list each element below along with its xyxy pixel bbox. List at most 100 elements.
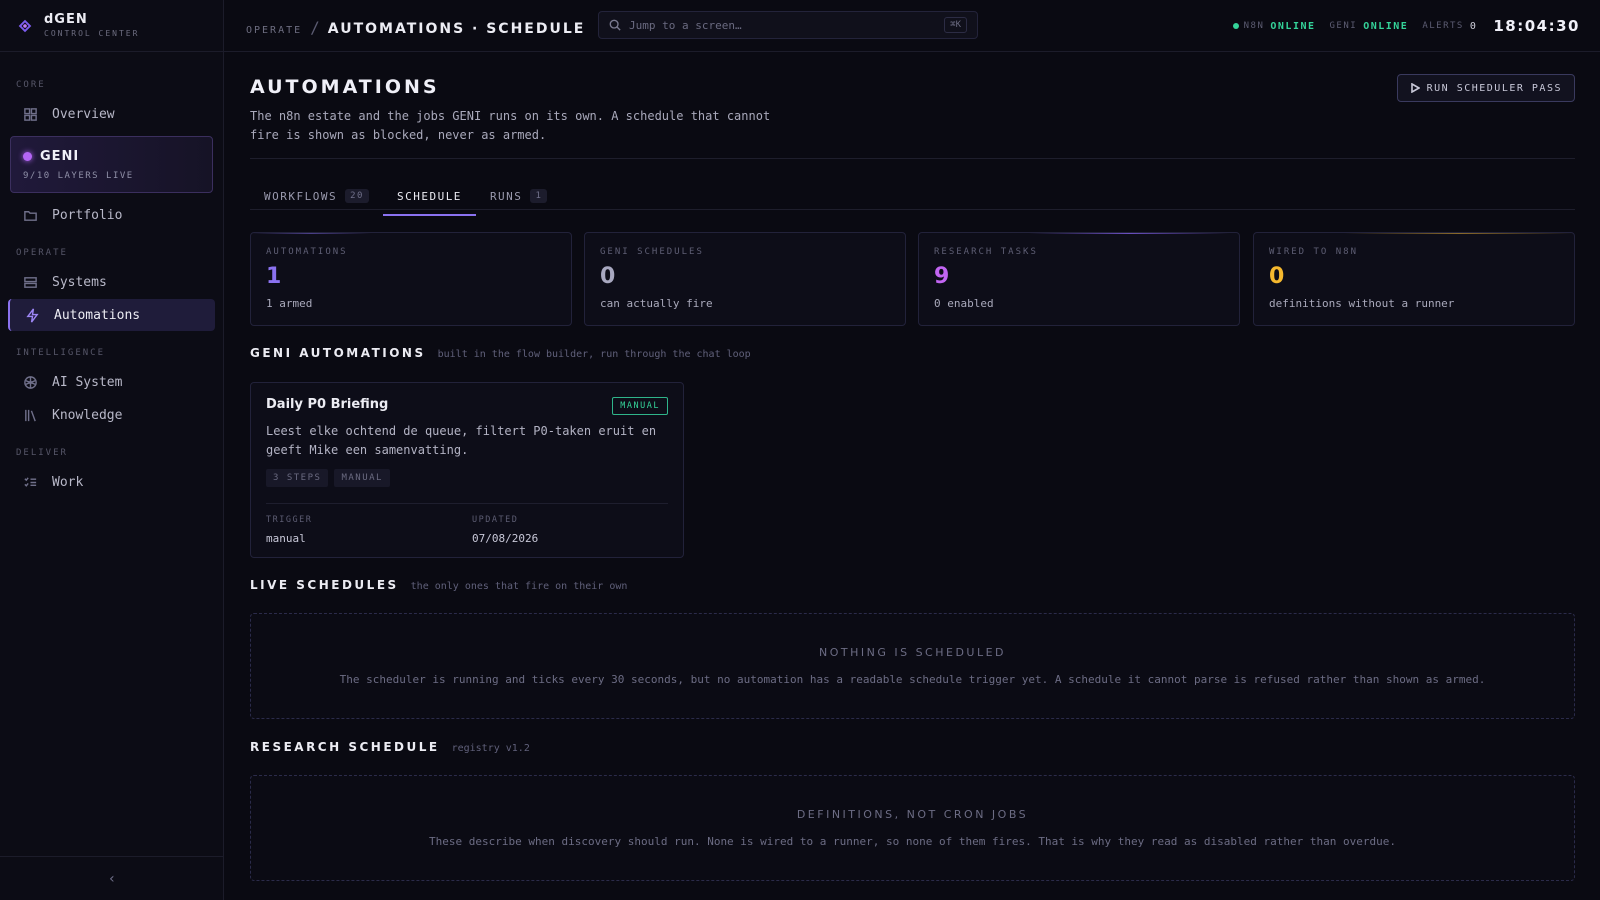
breadcrumb-parent[interactable]: OPERATE <box>246 25 302 36</box>
trigger-meta: TRIGGER manual <box>266 515 312 545</box>
bolt-icon <box>26 308 39 322</box>
breadcrumb: OPERATE / AUTOMATIONS · SCHEDULE <box>246 18 585 37</box>
clock: 18:04:30 <box>1493 17 1580 35</box>
tab-count: 1 <box>530 189 548 203</box>
tab-label: WORKFLOWS <box>264 189 338 203</box>
sidebar-item-label: AI System <box>52 374 123 390</box>
section-title: RESEARCH SCHEDULE <box>250 740 440 754</box>
sidebar-item-overview[interactable]: Overview <box>8 98 215 130</box>
chip: 3 STEPS <box>266 469 329 487</box>
empty-description: These describe when discovery should run… <box>429 835 1396 848</box>
geni-status: ONLINE <box>1363 20 1409 32</box>
section-subtitle: the only ones that fire on their own <box>410 581 628 592</box>
sidebar-item-label: Knowledge <box>52 407 123 423</box>
stat-value: 1 <box>266 264 282 289</box>
card-accent <box>1344 233 1574 234</box>
sidebar-item-label: Automations <box>54 307 141 323</box>
system-status: N8N ONLINE GENI ONLINE ALERTS 0 18:04:30 <box>1232 17 1580 35</box>
section-subtitle: built in the flow builder, run through t… <box>437 349 751 360</box>
stat-value: 0 <box>600 264 616 289</box>
grid-icon <box>24 107 37 121</box>
search-icon <box>609 19 621 31</box>
breadcrumb-separator: / <box>310 18 320 37</box>
stat-card-research-tasks: RESEARCH TASKS 9 0 enabled <box>918 232 1240 326</box>
automation-title: Daily P0 Briefing <box>266 397 389 412</box>
topbar: OPERATE / AUTOMATIONS · SCHEDULE Jump to… <box>224 0 1600 52</box>
card-accent <box>251 233 371 234</box>
geni-label: GENI <box>40 149 80 164</box>
stat-sub: 0 enabled <box>934 297 994 310</box>
run-scheduler-button[interactable]: RUN SCHEDULER PASS <box>1396 74 1575 102</box>
sidebar-item-label: Overview <box>52 106 115 122</box>
status-dot <box>23 152 32 161</box>
library-icon <box>25 409 36 421</box>
stat-label: WIRED TO N8N <box>1269 247 1359 257</box>
brand-name: dGEN <box>44 12 88 27</box>
status-dot <box>1232 23 1239 29</box>
stat-sub: 1 armed <box>266 297 313 310</box>
sidebar-item-label: Systems <box>52 274 107 290</box>
tab-workflows[interactable]: WORKFLOWS 20 <box>250 176 383 216</box>
sidebar-item-ai-system[interactable]: AI System <box>8 366 215 398</box>
sidebar-item-systems[interactable]: Systems <box>8 266 215 298</box>
stat-value: 9 <box>934 264 950 289</box>
geni-layers-status: 9/10 LAYERS LIVE <box>23 171 134 181</box>
stat-label: GENI SCHEDULES <box>600 247 704 257</box>
alerts-label[interactable]: ALERTS <box>1422 21 1464 31</box>
breadcrumb-current: AUTOMATIONS · SCHEDULE <box>327 21 586 37</box>
section-title: GENI AUTOMATIONS <box>250 346 426 360</box>
logo-icon <box>18 19 32 32</box>
n8n-status: ONLINE <box>1270 20 1316 32</box>
automation-card[interactable]: Daily P0 Briefing MANUAL Leest elke ocht… <box>250 382 684 558</box>
nav-section-core: CORE <box>16 80 46 90</box>
page-description: The n8n estate and the jobs GENI runs on… <box>250 109 771 142</box>
automation-description: Leest elke ochtend de queue, filtert P0-… <box>266 424 657 457</box>
divider <box>250 209 1575 210</box>
play-icon <box>1410 83 1420 93</box>
empty-state-live-schedules: NOTHING IS SCHEDULED The scheduler is ru… <box>250 613 1575 719</box>
stat-label: RESEARCH TASKS <box>934 247 1038 257</box>
divider <box>266 503 668 504</box>
server-icon <box>24 276 37 288</box>
tab-schedule[interactable]: SCHEDULE <box>382 176 476 216</box>
sidebar-item-label: Work <box>52 474 84 490</box>
meta-label: TRIGGER <box>266 515 313 525</box>
collapse-sidebar-button[interactable]: ‹ <box>0 856 224 900</box>
tab-label: SCHEDULE <box>396 189 462 203</box>
brand[interactable]: dGEN CONTROL CENTER <box>0 0 223 52</box>
chip: MANUAL <box>334 469 390 487</box>
empty-title: NOTHING IS SCHEDULED <box>818 646 1007 659</box>
search-shortcut: ⌘K <box>944 17 967 33</box>
empty-title: DEFINITIONS, NOT CRON JOBS <box>796 808 1029 821</box>
meta-label: UPDATED <box>472 515 519 525</box>
sidebar-item-portfolio[interactable]: Portfolio <box>8 199 215 231</box>
sidebar-item-label: Portfolio <box>52 207 123 223</box>
meta-value: manual <box>266 532 306 545</box>
alerts-count[interactable]: 0 <box>1470 21 1478 32</box>
updated-meta: UPDATED 07/08/2026 <box>472 515 538 545</box>
tab-runs[interactable]: RUNS 1 <box>476 176 561 216</box>
sidebar-item-work[interactable]: Work <box>8 466 215 498</box>
sidebar: dGEN CONTROL CENTER CORE Overview GENI 9… <box>0 0 224 900</box>
sidebar-item-automations[interactable]: Automations <box>8 299 215 331</box>
search-input[interactable]: Jump to a screen… ⌘K <box>598 11 978 39</box>
section-research-schedule: RESEARCH SCHEDULE registry v1.2 <box>250 740 530 754</box>
search-placeholder: Jump to a screen… <box>629 18 742 32</box>
nav-section-intelligence: INTELLIGENCE <box>16 348 106 358</box>
stat-sub: definitions without a runner <box>1269 297 1455 310</box>
section-title: LIVE SCHEDULES <box>250 578 399 592</box>
n8n-label: N8N <box>1243 21 1265 31</box>
geni-status-card[interactable]: GENI 9/10 LAYERS LIVE <box>10 136 213 193</box>
divider <box>250 158 1575 159</box>
sidebar-item-knowledge[interactable]: Knowledge <box>8 399 215 431</box>
nav-section-deliver: DELIVER <box>16 448 68 458</box>
folder-icon <box>24 210 37 221</box>
brain-icon <box>24 375 37 389</box>
automation-chips: 3 STEPS MANUAL <box>266 469 668 487</box>
stat-card-automations: AUTOMATIONS 1 1 armed <box>250 232 572 326</box>
section-subtitle: registry v1.2 <box>451 743 530 754</box>
status-badge: MANUAL <box>612 397 668 415</box>
section-geni-automations: GENI AUTOMATIONS built in the flow build… <box>250 346 751 360</box>
tab-count: 20 <box>345 189 369 203</box>
chevron-left-icon: ‹ <box>107 870 117 887</box>
